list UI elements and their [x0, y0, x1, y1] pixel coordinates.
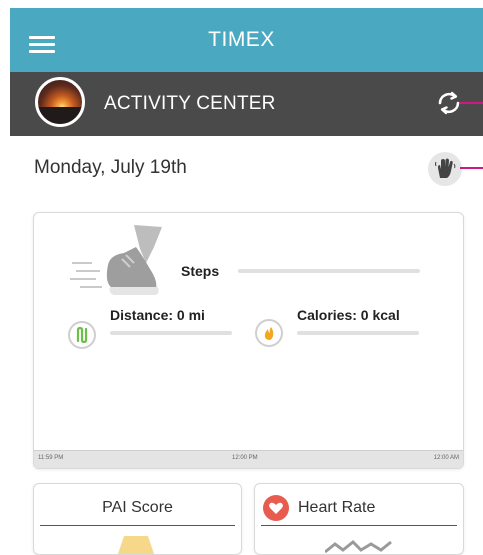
timeline-middle-label: 12:00 PM: [232, 455, 258, 461]
activity-center-bar: ACTIVITY CENTER: [10, 72, 483, 136]
heart-rate-title: Heart Rate: [298, 499, 376, 516]
activity-timeline: 11:59 PM 12:00 PM 12:00 AM: [34, 450, 463, 468]
heart-rate-card[interactable]: Heart Rate: [254, 483, 464, 555]
activity-center-title: ACTIVITY CENTER: [104, 93, 276, 114]
pai-score-title: PAI Score: [102, 499, 173, 516]
pai-score-divider: [40, 525, 235, 526]
sneaker-icon: [70, 225, 162, 295]
distance-progress-bar: [110, 331, 232, 335]
wave-pointer-line: [460, 167, 483, 169]
timeline-end-label: 12:00 AM: [433, 455, 459, 461]
app-title: TIMEX: [208, 28, 275, 51]
avatar[interactable]: [35, 77, 85, 127]
heart-rate-divider: [261, 525, 457, 526]
calories-progress-bar: [297, 331, 419, 335]
sync-pointer-line: [460, 102, 483, 104]
steps-progress-bar: [238, 269, 420, 273]
pai-hexagon-icon: [118, 536, 154, 554]
distance-label: Distance: 0 mi: [110, 307, 205, 323]
calories-label: Calories: 0 kcal: [297, 307, 400, 323]
heart-rate-chart-fragment: [325, 539, 392, 554]
flame-icon: [255, 319, 283, 347]
timeline-start-label: 11:59 PM: [38, 455, 64, 461]
pai-score-card[interactable]: PAI Score: [33, 483, 242, 555]
activity-summary-card[interactable]: Steps Distance: 0 mi Calories: 0 kcal 11…: [33, 212, 464, 469]
steps-label: Steps: [181, 263, 220, 279]
distance-icon: [68, 321, 96, 349]
hand-wave-icon[interactable]: [428, 152, 462, 186]
date-label: Monday, July 19th: [34, 157, 187, 178]
heart-icon: [263, 495, 289, 521]
